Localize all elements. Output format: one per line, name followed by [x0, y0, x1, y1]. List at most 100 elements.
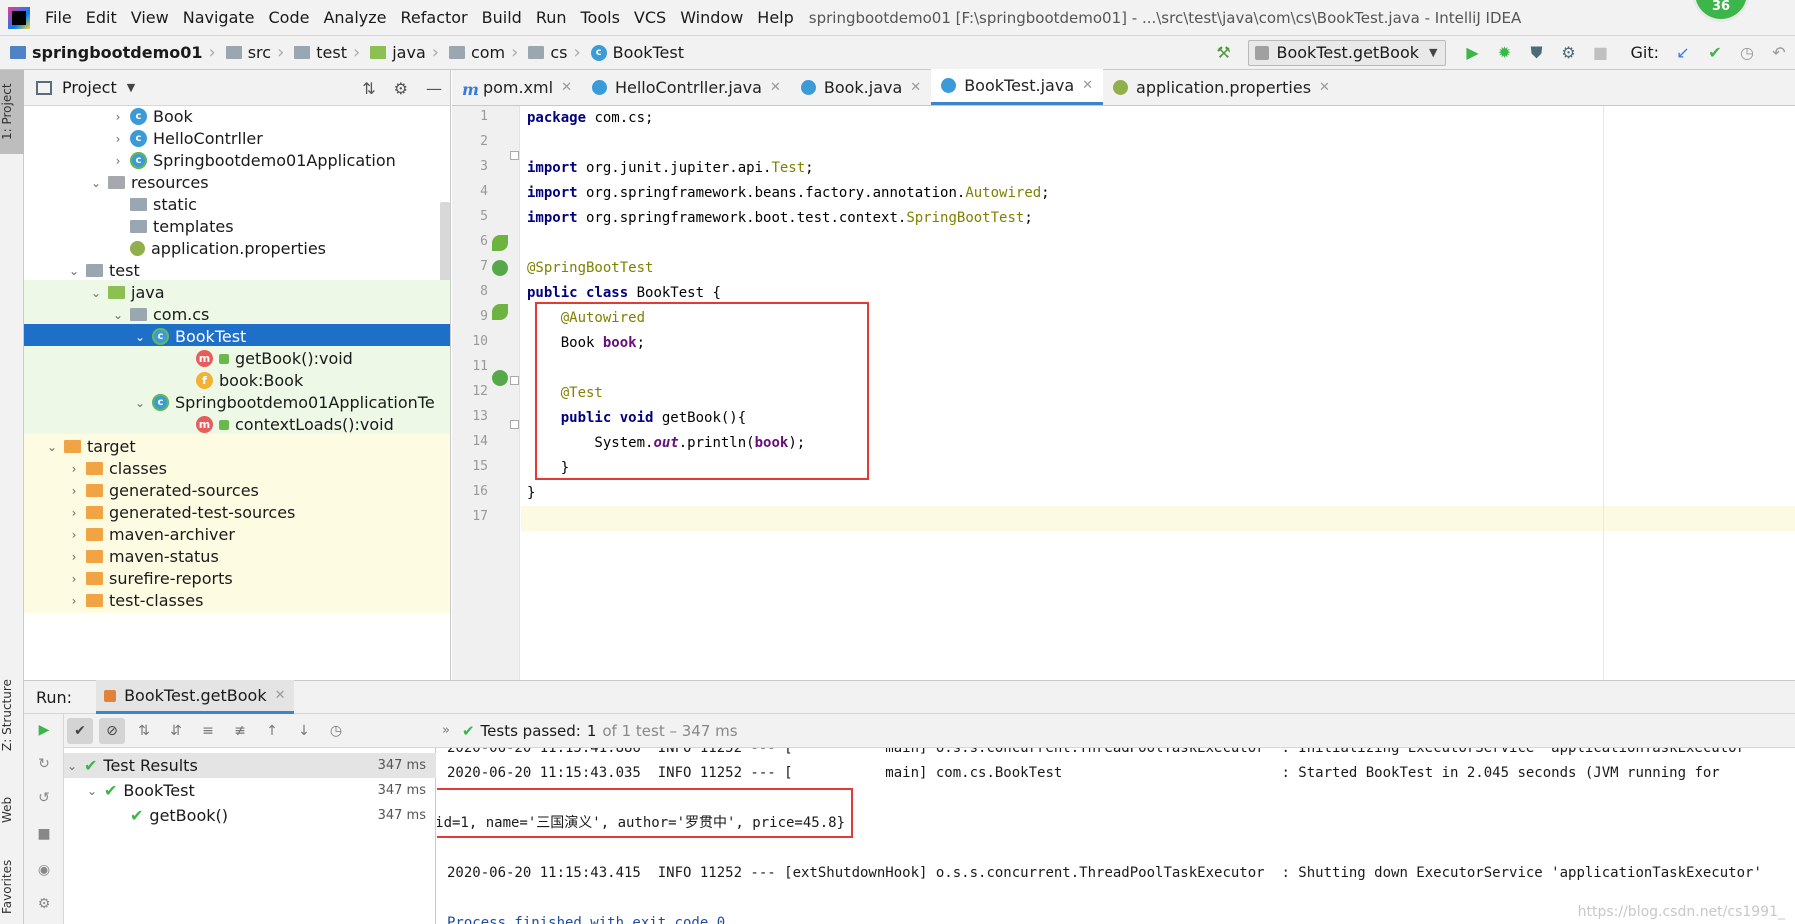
- expand-all-icon[interactable]: ≡: [195, 718, 221, 744]
- debug-icon[interactable]: ✹: [1492, 41, 1516, 65]
- menu-item-analyze[interactable]: Analyze: [316, 0, 393, 35]
- code-editor[interactable]: package com.cs; import org.junit.jupiter…: [521, 106, 1795, 680]
- breadcrumb-item[interactable]: springbootdemo01 ›: [0, 42, 216, 63]
- test-history-icon[interactable]: ◷: [323, 718, 349, 744]
- menu-item-window[interactable]: Window: [673, 0, 750, 35]
- menu-item-code[interactable]: Code: [262, 0, 317, 35]
- chevron-down-icon[interactable]: ⌄: [84, 784, 100, 798]
- run-test-method-icon[interactable]: [492, 370, 508, 386]
- close-icon[interactable]: ✕: [275, 688, 286, 703]
- menu-item-file[interactable]: File: [38, 0, 79, 35]
- menu-item-help[interactable]: Help: [750, 0, 800, 35]
- chevron-down-icon[interactable]: ⌄: [110, 308, 126, 322]
- chevron-right-icon[interactable]: ›: [110, 110, 126, 124]
- menu-item-build[interactable]: Build: [475, 0, 529, 35]
- chevron-right-icon[interactable]: ›: [66, 528, 82, 542]
- run-tab[interactable]: BookTest.getBook ✕: [96, 680, 294, 714]
- project-panel-title[interactable]: Project: [62, 78, 117, 97]
- chevron-down-icon[interactable]: ⌄: [66, 264, 82, 278]
- editor-tab[interactable]: Book.java ✕: [791, 69, 931, 105]
- breadcrumb-item[interactable]: c BookTest: [581, 43, 684, 62]
- tree-item[interactable]: › test-classes: [24, 588, 450, 613]
- chevron-right-icon[interactable]: ›: [66, 506, 82, 520]
- menu-item-navigate[interactable]: Navigate: [176, 0, 262, 35]
- spring-bean-icon[interactable]: [492, 235, 508, 251]
- editor-tab[interactable]: m pom.xml ✕: [452, 69, 582, 105]
- show-ignored-icon[interactable]: ⊘: [99, 717, 125, 744]
- menu-item-tools[interactable]: Tools: [574, 0, 627, 35]
- git-rollback-icon[interactable]: ↶: [1767, 41, 1791, 65]
- settings-icon[interactable]: ⚙: [34, 894, 54, 914]
- sort-duration-icon[interactable]: ⇵: [163, 718, 189, 744]
- chevron-right-icon[interactable]: ›: [66, 572, 82, 586]
- autowired-bean-icon[interactable]: [492, 304, 508, 320]
- editor-tab[interactable]: application.properties ✕: [1103, 69, 1340, 105]
- test-results-root[interactable]: ⌄ ✔ Test Results 347 ms: [64, 753, 436, 778]
- tool-tab-project[interactable]: 1: Project: [0, 70, 24, 154]
- editor-tab[interactable]: HelloContrller.java ✕: [582, 69, 791, 105]
- next-test-icon[interactable]: ↓: [291, 718, 317, 744]
- previous-test-icon[interactable]: ↑: [259, 718, 285, 744]
- breadcrumb-item[interactable]: cs ›: [518, 42, 581, 63]
- chevron-right-icon[interactable]: ›: [110, 132, 126, 146]
- test-class-row[interactable]: ⌄ ✔ BookTest 347 ms: [64, 778, 436, 803]
- rerun-icon[interactable]: ▶: [34, 720, 54, 740]
- menu-item-edit[interactable]: Edit: [79, 0, 124, 35]
- tool-tab-web[interactable]: Web: [0, 785, 24, 835]
- notification-badge[interactable]: 36: [1692, 0, 1750, 22]
- menu-item-vcs[interactable]: VCS: [627, 0, 673, 35]
- chevron-down-icon[interactable]: ⌄: [132, 330, 148, 344]
- chevron-right-icon[interactable]: »: [442, 723, 450, 738]
- close-icon[interactable]: ✕: [1082, 78, 1093, 93]
- collapse-all-icon[interactable]: ⇅: [362, 79, 375, 98]
- chevron-down-icon[interactable]: ⌄: [88, 286, 104, 300]
- fold-marker-icon[interactable]: [510, 151, 519, 160]
- chevron-right-icon[interactable]: ›: [66, 594, 82, 608]
- run-icon[interactable]: ▶: [1460, 41, 1484, 65]
- coverage-icon[interactable]: ⛊: [1524, 41, 1548, 65]
- chevron-right-icon[interactable]: ›: [66, 462, 82, 476]
- minimize-icon[interactable]: —: [426, 79, 442, 98]
- close-icon[interactable]: ✕: [561, 80, 572, 95]
- git-history-icon[interactable]: ◷: [1735, 41, 1759, 65]
- breadcrumb-item[interactable]: test ›: [284, 42, 360, 63]
- stop-icon[interactable]: ■: [1588, 41, 1612, 65]
- show-passed-icon[interactable]: ✔: [67, 717, 93, 744]
- sort-alpha-icon[interactable]: ⇅: [131, 718, 157, 744]
- chevron-down-icon[interactable]: ⌄: [88, 176, 104, 190]
- breadcrumb-item[interactable]: src ›: [216, 42, 284, 63]
- toggle-auto-test-icon[interactable]: ↺: [34, 788, 54, 808]
- chevron-down-icon[interactable]: ⌄: [44, 440, 60, 454]
- menu-item-run[interactable]: Run: [529, 0, 574, 35]
- run-test-class-icon[interactable]: [492, 260, 508, 276]
- gear-icon[interactable]: ⚙: [394, 79, 408, 98]
- menu-item-view[interactable]: View: [124, 0, 176, 35]
- camera-icon[interactable]: ◉: [34, 860, 54, 880]
- build-hammer-icon[interactable]: ⚒: [1212, 41, 1236, 65]
- tool-tab-favorites[interactable]: Favorites: [0, 850, 24, 924]
- stop-icon[interactable]: ■: [34, 824, 54, 844]
- close-icon[interactable]: ✕: [1319, 80, 1330, 95]
- chevron-down-icon[interactable]: ⌄: [132, 396, 148, 410]
- fold-marker-icon[interactable]: [510, 420, 519, 429]
- git-commit-icon[interactable]: ✔: [1703, 41, 1727, 65]
- close-icon[interactable]: ✕: [770, 80, 781, 95]
- menu-item-refactor[interactable]: Refactor: [394, 0, 475, 35]
- chevron-right-icon[interactable]: ›: [66, 484, 82, 498]
- test-method-row[interactable]: ✔ getBook() 347 ms: [64, 803, 436, 828]
- close-icon[interactable]: ✕: [910, 80, 921, 95]
- tool-tab-structure[interactable]: Z: Structure: [0, 670, 24, 760]
- run-configuration-select[interactable]: BookTest.getBook ▼: [1247, 39, 1447, 66]
- fold-marker-icon[interactable]: [510, 376, 519, 385]
- collapse-all-icon[interactable]: ≢: [227, 718, 253, 744]
- chevron-down-icon[interactable]: ▼: [127, 81, 135, 94]
- breadcrumb-item[interactable]: java ›: [360, 42, 439, 63]
- chevron-right-icon[interactable]: ›: [110, 154, 126, 168]
- breadcrumb-item[interactable]: com ›: [439, 42, 518, 63]
- console-output[interactable]: https://blog.csdn.net/cs1991_ 2020-06-20…: [437, 748, 1795, 924]
- chevron-right-icon[interactable]: ›: [66, 550, 82, 564]
- git-update-icon[interactable]: ↙: [1671, 41, 1695, 65]
- chevron-down-icon[interactable]: ⌄: [64, 759, 80, 773]
- rerun-failed-icon[interactable]: ↻: [34, 754, 54, 774]
- profile-icon[interactable]: ⚙: [1556, 41, 1580, 65]
